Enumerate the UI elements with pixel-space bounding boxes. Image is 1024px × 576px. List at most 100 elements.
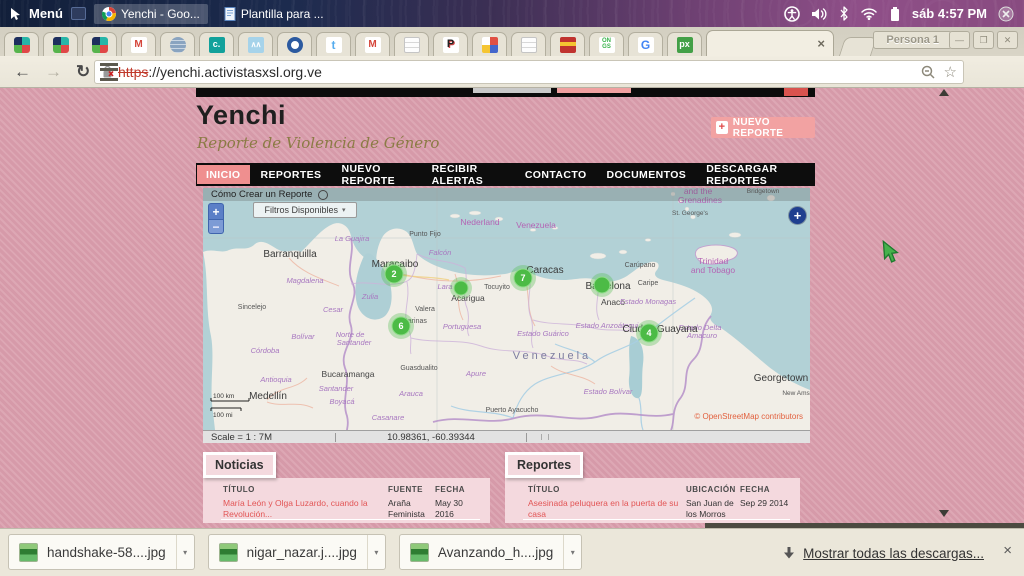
scroll-down-arrow[interactable] [939,510,949,517]
reload-button[interactable]: ↻ [76,63,90,80]
bluetooth-icon[interactable] [839,6,849,21]
close-downloads-icon[interactable]: × [1003,543,1012,558]
tab-reportes[interactable]: Reportes [505,452,583,478]
workspace-icon[interactable] [71,7,86,20]
browser-tab-google[interactable]: G [628,32,663,56]
browser-tab-pixels[interactable] [472,32,507,56]
close-button[interactable]: ✕ [997,31,1018,49]
url-bar[interactable]: https://yenchi.activistasxsl.org.ve ☆ [94,60,964,84]
map-canvas: 100 km 100 mi and theGrenadinesBridgetow… [203,188,810,430]
map-cluster-marker[interactable]: 4 [636,320,662,346]
back-button[interactable]: ← [14,63,31,80]
nav-item-inicio[interactable]: INICIO [197,165,250,184]
table-row: Asesinada peluquera en la puerta de su c… [505,494,800,519]
system-menu-button[interactable]: Menú [10,6,63,21]
download-item[interactable]: Avanzando_h....jpg▾ [399,534,582,570]
download-filename: nigar_nazar.j....jpg [247,545,367,560]
map-label: Apure [465,369,486,378]
browser-tab-mountain[interactable]: ∧∧ [238,32,273,56]
mouse-cursor [880,240,900,264]
filters-label: Filtros Disponibles [264,205,338,215]
download-caret-button[interactable]: ▾ [367,535,385,569]
new-tab-button[interactable] [839,37,877,56]
menu-label: Menú [29,6,63,21]
topbar-gray-button [473,88,551,93]
browser-tab-pp[interactable]: P [433,32,468,56]
download-caret-button[interactable]: ▾ [563,535,581,569]
map[interactable]: 100 km 100 mi and theGrenadinesBridgetow… [203,188,810,430]
fecha-cell: May 30 2016 [435,494,490,519]
nav-item-documentos[interactable]: DOCUMENTOS [598,165,696,184]
show-all-downloads[interactable]: Mostrar todas las descargas... [783,529,984,576]
browser-tab-globe[interactable] [160,32,195,56]
browser-tab-px[interactable]: px [667,32,702,56]
download-item[interactable]: nigar_nazar.j....jpg▾ [208,534,386,570]
map-cluster-marker[interactable] [590,273,614,297]
map-cluster-marker[interactable]: 7 [510,265,536,291]
cdot-favicon: c. [209,37,225,53]
download-item[interactable]: handshake-58....jpg▾ [8,534,195,570]
download-caret-button[interactable]: ▾ [176,535,194,569]
column-header: TÍTULO [223,478,388,494]
nav-item-descargar-reportes[interactable]: DESCARGAR REPORTES [697,165,814,184]
map-hint-text[interactable]: Cómo Crear un Reporte [211,189,312,200]
nav-item-contacto[interactable]: CONTACTO [516,165,596,184]
noticias-panel: TÍTULOFUENTEFECHA María León y Olga Luza… [203,478,490,523]
map-layers-button[interactable]: + [789,207,806,224]
browser-tab-yenchi[interactable] [4,32,39,56]
map-cluster-marker[interactable] [450,277,472,299]
minimize-button[interactable]: — [949,31,970,49]
accessibility-icon[interactable] [784,6,800,22]
bookmark-star-icon[interactable]: ☆ [944,63,957,81]
browser-tab-yenchi[interactable] [82,32,117,56]
active-browser-tab[interactable]: × [706,30,834,56]
scroll-up-arrow[interactable] [939,89,949,96]
wifi-icon[interactable] [860,7,878,20]
map-label: Tocuyito [484,284,510,291]
help-icon[interactable] [318,190,328,200]
browser-tab-twitter[interactable]: t [316,32,351,56]
browser-tab-cdot[interactable]: c. [199,32,234,56]
nav-item-nuevo-reporte[interactable]: NUEVO REPORTE [332,165,420,184]
zoom-out-button[interactable]: − [208,220,224,234]
yenchi-favicon [14,37,30,53]
volume-icon[interactable] [811,7,828,21]
titulo-cell[interactable]: María León y Olga Luzardo, cuando la Rev… [223,494,388,519]
map-label: Georgetown [754,373,808,384]
system-clock[interactable]: sáb 4:57 PM [912,6,987,21]
browser-tab-ongs[interactable]: ON GS [589,32,624,56]
nav-item-recibir-alertas[interactable]: RECIBIR ALERTAS [423,165,514,184]
image-file-icon [219,543,238,562]
tab-noticias[interactable]: Noticias [203,452,276,478]
zoom-in-button[interactable]: + [208,203,224,220]
map-cluster-marker[interactable]: 6 [388,313,414,339]
taskbar-window-plantilla[interactable]: Plantilla para ... [216,4,332,24]
map-cluster-marker[interactable]: 2 [381,261,407,287]
map-label: Carúpano [625,262,656,269]
browser-tab-yenchi[interactable] [43,32,78,56]
nav-item-reportes[interactable]: REPORTES [252,165,331,184]
browser-tab-crest[interactable] [550,32,585,56]
browser-tab-gmail[interactable]: M [121,32,156,56]
status-ticks [541,434,549,440]
map-label: © OpenStreetMap contributors [694,412,803,421]
new-report-button[interactable]: + NUEVO REPORTE [711,117,815,138]
filters-button[interactable]: Filtros Disponibles ▾ [253,202,357,218]
titulo-cell[interactable]: Asesinada peluquera en la puerta de su c… [528,494,686,519]
battery-icon[interactable] [889,6,901,22]
browser-tab-doc[interactable] [511,32,546,56]
logout-icon[interactable] [998,6,1014,22]
profile-chip[interactable]: Persona 1 [873,31,952,49]
browser-tab-ring[interactable] [277,32,312,56]
restore-button[interactable]: ❐ [973,31,994,49]
map-label: Venezuela [516,220,556,230]
browser-tab-doc[interactable] [394,32,429,56]
zoom-out-icon[interactable] [921,65,936,80]
taskbar-window-yenchi[interactable]: Yenchi - Goo... [94,4,208,24]
svg-text:4: 4 [646,328,651,338]
map-label: Portuguesa [443,322,481,331]
tab-close-icon[interactable]: × [817,37,825,50]
browser-tab-gmail[interactable]: M [355,32,390,56]
browser-menu-icon[interactable] [100,63,118,81]
forward-button[interactable]: → [45,63,62,80]
